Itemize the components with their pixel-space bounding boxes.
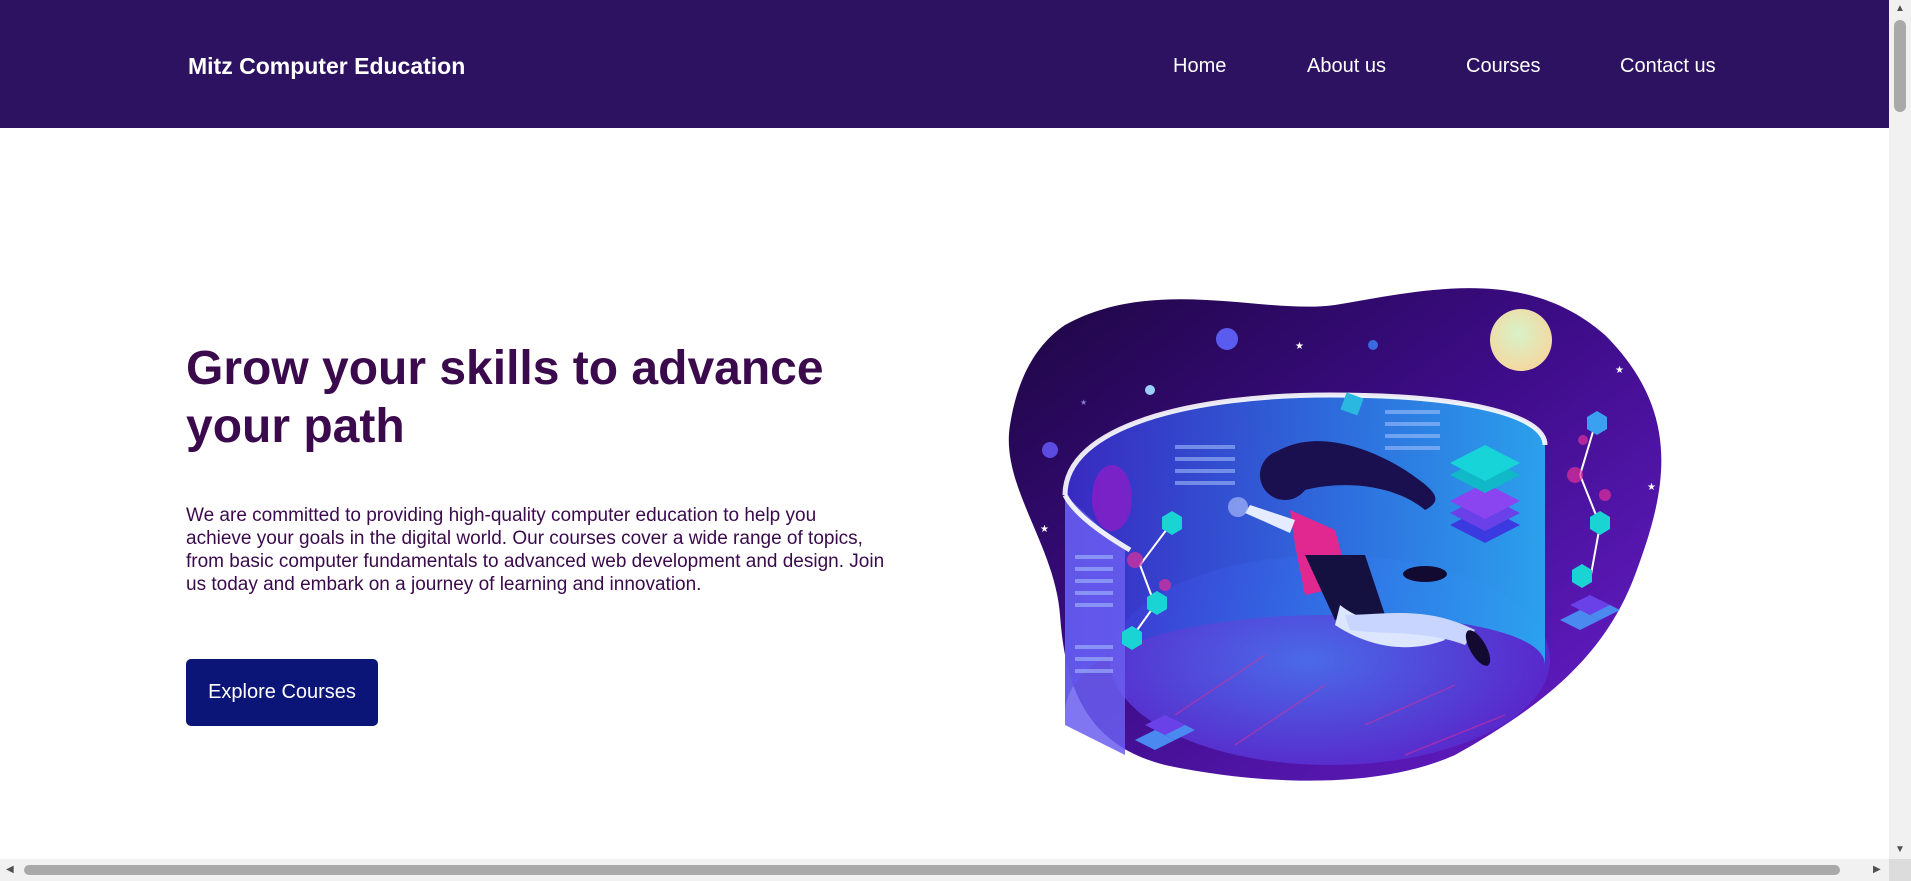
scroll-up-arrow-icon[interactable]: ▲ (1895, 4, 1905, 14)
brand-logo[interactable]: Mitz Computer Education (188, 52, 465, 80)
horizontal-scrollbar[interactable]: ◀ ▶ (0, 859, 1889, 881)
svg-text:★: ★ (1615, 365, 1624, 376)
hero-title: Grow your skills to advance your path (186, 342, 824, 453)
hero-description: We are committed to providing high-quali… (186, 505, 885, 595)
nav-link-home[interactable]: Home (1173, 54, 1226, 78)
scrollbar-corner (1889, 859, 1911, 881)
horizontal-scroll-thumb[interactable] (24, 865, 1840, 875)
hero-illustration: ★ ★ ★ ★ ★ (1008, 288, 1662, 781)
nav-link-contact[interactable]: Contact us (1620, 54, 1716, 78)
svg-text:★: ★ (1080, 398, 1087, 407)
svg-text:★: ★ (1040, 524, 1049, 535)
scroll-right-arrow-icon[interactable]: ▶ (1873, 865, 1881, 875)
vertical-scrollbar[interactable]: ▲ ▼ (1889, 0, 1911, 881)
planet-icon (1216, 328, 1238, 350)
vertical-scroll-thumb[interactable] (1894, 20, 1906, 112)
svg-text:★: ★ (1647, 482, 1656, 493)
svg-text:★: ★ (1295, 341, 1304, 352)
moon-icon (1490, 309, 1552, 371)
explore-courses-button[interactable]: Explore Courses (186, 659, 378, 726)
top-navbar: Mitz Computer Education Home About us Co… (0, 0, 1889, 128)
scroll-down-arrow-icon[interactable]: ▼ (1895, 845, 1905, 855)
nav-link-courses[interactable]: Courses (1466, 54, 1540, 78)
scroll-left-arrow-icon[interactable]: ◀ (6, 865, 14, 875)
nav-link-about[interactable]: About us (1307, 54, 1386, 78)
